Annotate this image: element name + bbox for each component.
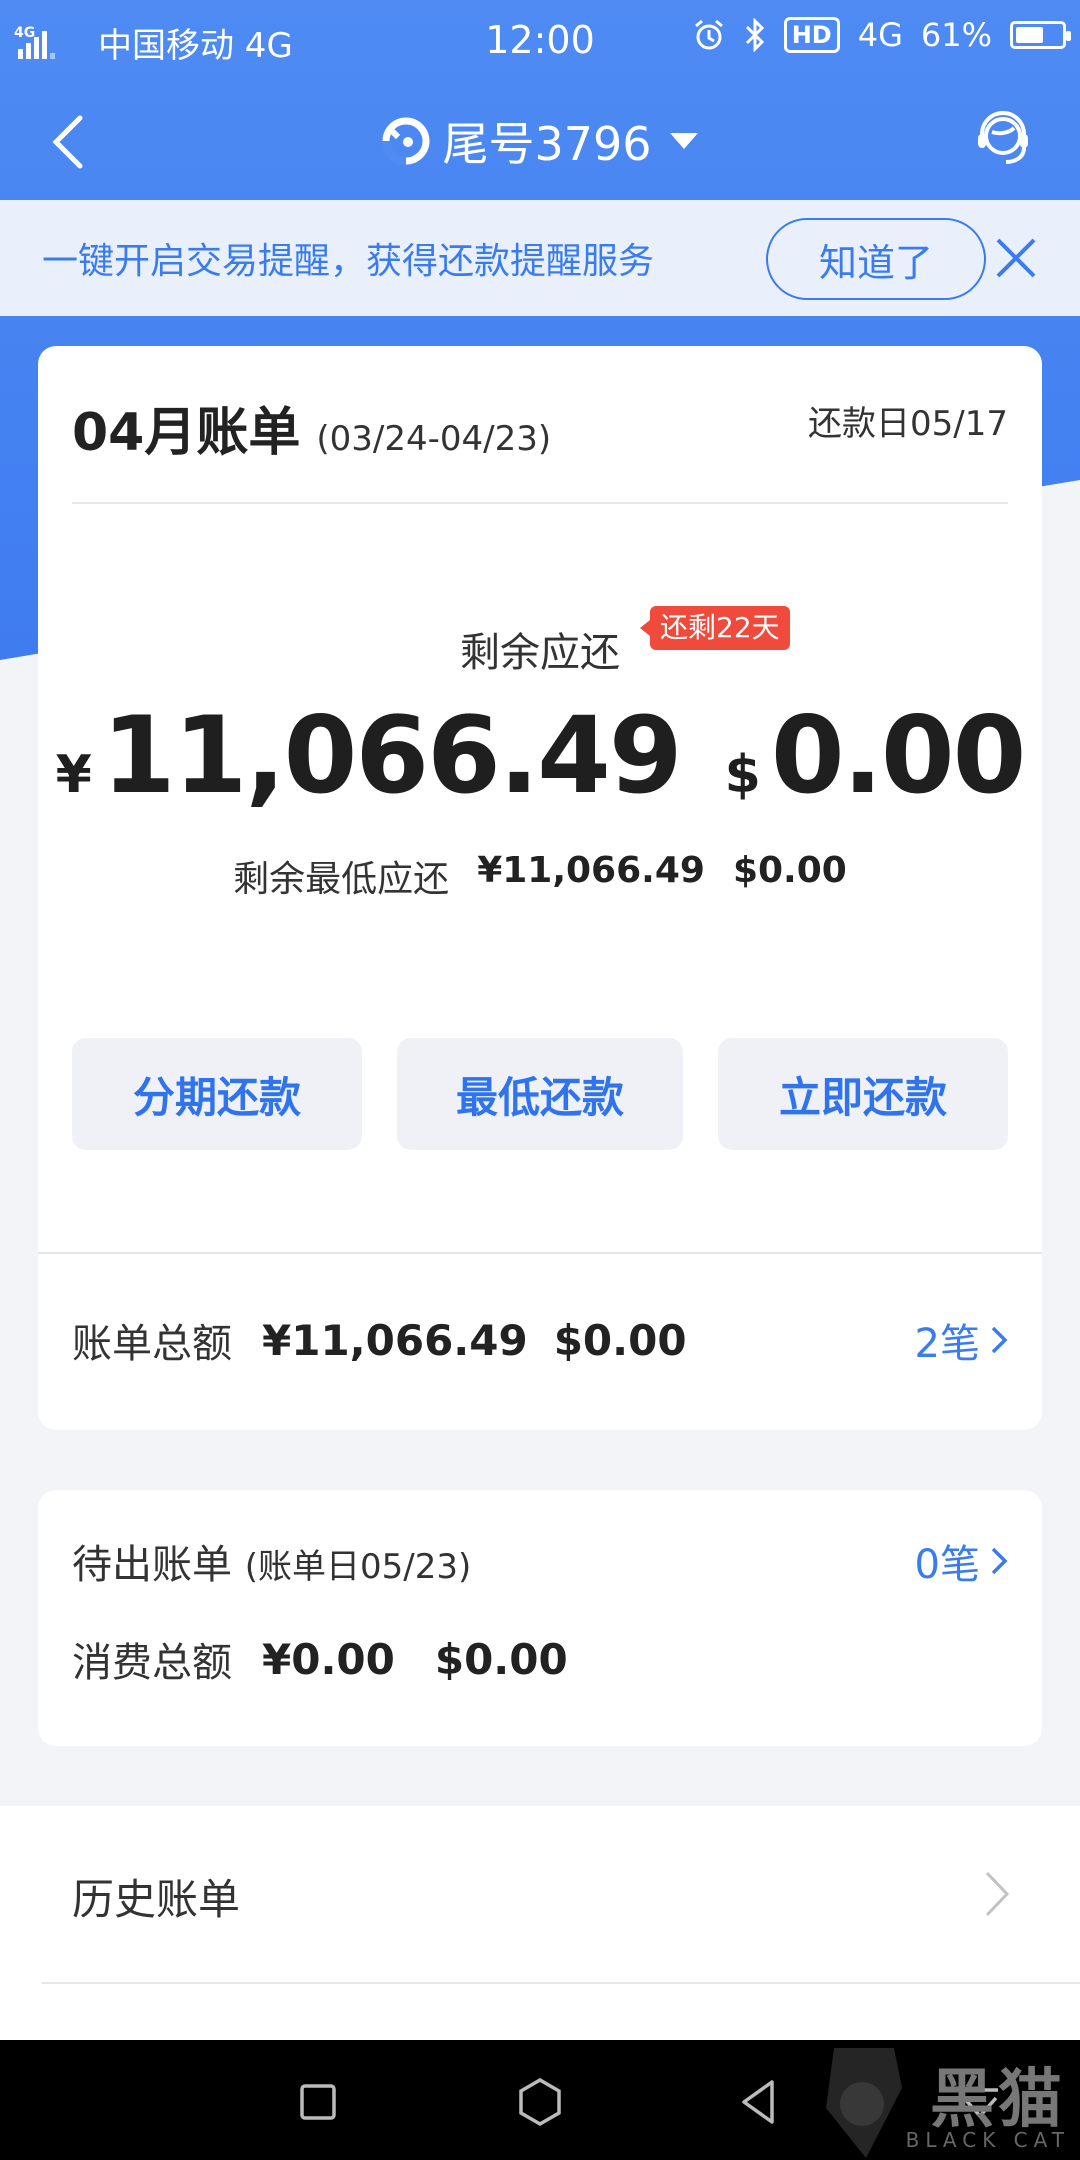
card-selector[interactable]: 尾号3796 xyxy=(0,108,1080,174)
chevron-right-icon xyxy=(991,1547,1008,1575)
bill-month: 04月账单 xyxy=(72,403,301,463)
days-left-badge: 还剩22天 xyxy=(640,606,790,650)
pending-title: 待出账单 (账单日05/23) xyxy=(72,1532,471,1590)
pending-bill-date: (账单日05/23) xyxy=(244,1547,472,1587)
customer-service-icon[interactable] xyxy=(968,104,1038,174)
watermark-sub: BLACK CAT xyxy=(905,2128,1070,2152)
hd-badge: HD xyxy=(783,17,840,53)
minimum-payment-button[interactable]: 最低还款 xyxy=(397,1038,683,1150)
divider xyxy=(38,1252,1042,1254)
min-usd: $0.00 xyxy=(732,850,847,891)
bill-total-row[interactable]: 账单总额 ¥11,066.49 $0.00 2笔 xyxy=(72,1310,1008,1370)
spend-usd: $0.00 xyxy=(434,1634,568,1684)
back-nav-icon[interactable] xyxy=(732,2074,788,2130)
recent-apps-icon[interactable] xyxy=(290,2074,346,2130)
chevron-right-icon xyxy=(991,1326,1008,1354)
bank-logo-icon xyxy=(382,117,430,165)
total-usd: $0.00 xyxy=(553,1315,687,1365)
remaining-amount: ¥ 11,066.49 $ 0.00 xyxy=(38,694,1042,817)
card-title: 尾号3796 xyxy=(442,117,652,171)
got-it-button[interactable]: 知道了 xyxy=(766,218,986,300)
action-buttons: 分期还款 最低还款 立即还款 xyxy=(72,1038,1008,1150)
battery-percent: 61% xyxy=(920,16,992,54)
caret-down-icon xyxy=(669,133,698,149)
installment-button[interactable]: 分期还款 xyxy=(72,1038,362,1150)
remain-label: 剩余应还 xyxy=(460,630,620,676)
minimum-due-row: 剩余最低应还 ¥11,066.49 $0.00 xyxy=(38,850,1042,902)
total-rmb: ¥11,066.49 xyxy=(262,1315,528,1365)
pending-bill-card[interactable]: 待出账单 (账单日05/23) 0笔 消费总额 ¥0.00 $0.00 xyxy=(38,1490,1042,1746)
pending-count: 0笔 xyxy=(914,1542,980,1588)
pending-label: 待出账单 xyxy=(72,1542,232,1588)
history-bills-row[interactable]: 历史账单 xyxy=(0,1806,1080,1986)
divider xyxy=(42,1982,1080,1984)
watermark-text: 黑猫 xyxy=(930,2063,1066,2137)
due-date: 还款日05/17 xyxy=(808,404,1008,444)
spend-label: 消费总额 xyxy=(72,1640,232,1686)
total-label: 账单总额 xyxy=(72,1321,232,1367)
chevron-right-icon xyxy=(985,1871,1010,1917)
usd-amount: 0.00 xyxy=(770,694,1027,817)
battery-icon xyxy=(1010,21,1071,49)
reminder-banner: 一键开启交易提醒，获得还款提醒服务 知道了 xyxy=(0,200,1080,316)
nav-bar: 尾号3796 xyxy=(0,96,1080,186)
status-bar: 4G 中国移动 4G 12:00 HD 4G 61% xyxy=(0,0,1080,76)
transaction-count: 2笔 xyxy=(914,1321,980,1367)
rmb-symbol: ¥ xyxy=(55,745,92,805)
network-label: 4G xyxy=(857,16,903,54)
history-label: 历史账单 xyxy=(72,1875,241,1924)
status-right: HD 4G 61% xyxy=(692,16,1071,54)
bluetooth-icon xyxy=(745,18,764,52)
bill-header: 04月账单 (03/24-04/23) 还款日05/17 xyxy=(72,390,1008,463)
min-rmb: ¥11,066.49 xyxy=(477,850,705,891)
rmb-amount: 11,066.49 xyxy=(101,694,683,817)
bill-card: 04月账单 (03/24-04/23) 还款日05/17 剩余应还 还剩22天 … xyxy=(38,346,1042,1430)
min-label: 剩余最低应还 xyxy=(233,859,450,900)
spend-total-row: 消费总额 ¥0.00 $0.00 xyxy=(72,1630,594,1688)
transaction-count-link[interactable]: 2笔 xyxy=(915,1311,1008,1369)
divider xyxy=(72,502,1008,504)
pending-count-link[interactable]: 0笔 xyxy=(915,1532,1008,1590)
banner-text: 一键开启交易提醒，获得还款提醒服务 xyxy=(42,241,655,282)
home-icon[interactable] xyxy=(512,2074,568,2130)
alarm-icon xyxy=(694,19,723,50)
pay-now-button[interactable]: 立即还款 xyxy=(718,1038,1008,1150)
close-icon[interactable] xyxy=(994,236,1038,280)
page-bottom-fill xyxy=(0,1986,1080,2040)
bill-period: (03/24-04/23) xyxy=(316,419,552,459)
spend-rmb: ¥0.00 xyxy=(262,1634,395,1684)
usd-symbol: $ xyxy=(724,745,761,805)
